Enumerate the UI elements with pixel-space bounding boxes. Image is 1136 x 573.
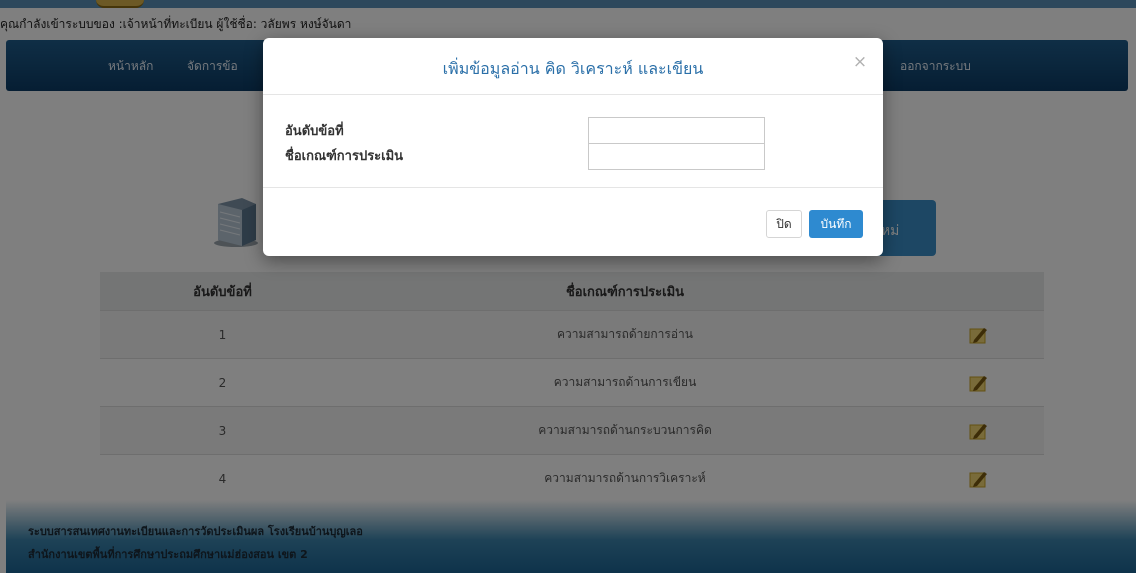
modal-title: เพิ่มข้อมูลอ่าน คิด วิเคราะห์ และเขียน xyxy=(442,59,704,78)
order-field-label: อันดับข้อที่ xyxy=(285,124,344,139)
save-button[interactable]: บันทึก xyxy=(809,210,863,238)
criteria-name-field-label: ชื่อเกณฑ์การประเมิน xyxy=(285,149,404,164)
order-input[interactable] xyxy=(588,117,765,144)
criteria-name-input[interactable] xyxy=(588,143,765,170)
add-criteria-modal: เพิ่มข้อมูลอ่าน คิด วิเคราะห์ และเขียน ×… xyxy=(263,38,883,256)
close-icon[interactable]: × xyxy=(851,52,869,72)
close-button[interactable]: ปิด xyxy=(766,210,802,238)
modal-header: เพิ่มข้อมูลอ่าน คิด วิเคราะห์ และเขียน × xyxy=(263,38,883,95)
modal-body: อันดับข้อที่ ชื่อเกณฑ์การประเมิน xyxy=(263,96,883,188)
